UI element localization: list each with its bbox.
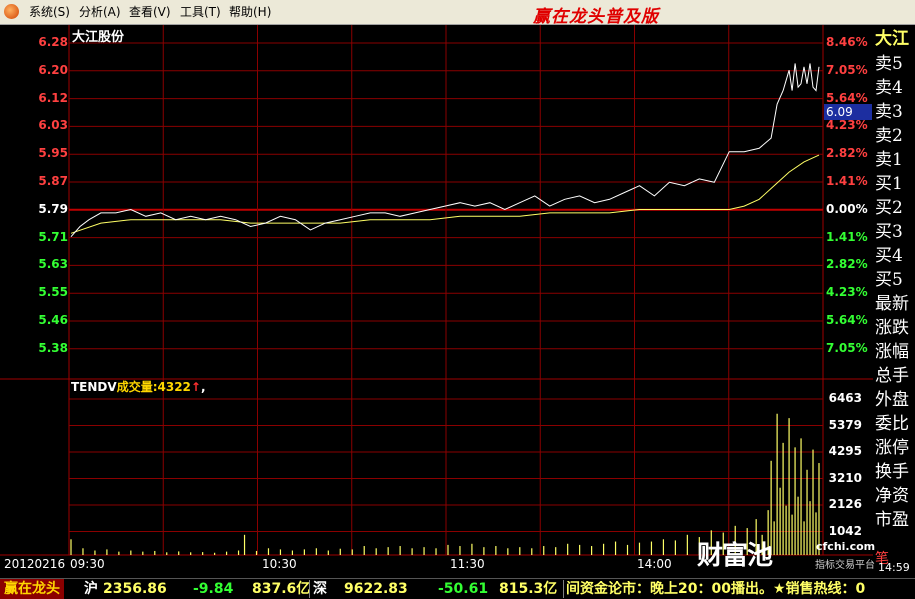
quote-row-label: 委比 — [875, 414, 909, 434]
menu-system[interactable]: 系统(S) — [29, 5, 70, 19]
percent-tick-label: 0.00% — [826, 201, 868, 216]
quote-row-label: 总手 — [875, 366, 909, 386]
watermark-logo: 财富池 — [697, 541, 773, 571]
indicator-name: TENDV — [71, 380, 117, 394]
quote-row-label: 最新 — [875, 294, 909, 314]
volume-tick-label: 4295 — [828, 444, 862, 458]
quote-row-label: 买4 — [875, 246, 903, 266]
volume-tick-label: 5379 — [828, 417, 862, 432]
intraday-chart[interactable] — [0, 25, 873, 578]
price-tick-label: 5.87 — [38, 174, 68, 188]
sh-amount: 837.6亿 — [252, 581, 311, 597]
percent-tick-label: 4.23% — [826, 118, 868, 133]
percent-tick-label: 7.05% — [826, 62, 868, 77]
quote-row-label: 买5 — [875, 270, 903, 290]
sz-change: -50.61 — [438, 581, 489, 597]
current-price-marker: 6.09 — [824, 104, 872, 120]
price-tick-label: 6.12 — [38, 90, 68, 105]
percent-tick-label: 4.23% — [826, 285, 868, 300]
quote-row-label: 卖4 — [875, 78, 903, 98]
time-tick-0930: 09:30 — [70, 557, 105, 571]
quote-row-label: 市盈 — [875, 510, 909, 530]
price-tick-label: 5.63 — [38, 257, 68, 272]
quote-row-label: 净资 — [875, 486, 909, 506]
panel-stock-name: 大江 — [875, 29, 909, 49]
percent-tick-label: 8.46% — [826, 35, 868, 49]
sh-index: 2356.86 — [103, 581, 167, 597]
percent-tick-label: 5.64% — [826, 90, 868, 105]
volume-value: 4322 — [157, 380, 191, 394]
time-tick-1030: 10:30 — [262, 557, 297, 571]
volume-indicator-label: TENDV成交量:4322↑, — [71, 378, 206, 395]
arrow-up-icon: ↑ — [190, 380, 201, 394]
price-tick-label: 5.55 — [38, 285, 68, 300]
panel-time: 14:59 — [878, 561, 910, 574]
menu-bar: 系统(S) 分析(A) 查看(V) 工具(T) 帮助(H) 赢在龙头普及版 — [0, 0, 915, 27]
menu-help[interactable]: 帮助(H) — [229, 5, 271, 19]
date-label: 20120216 — [4, 557, 66, 571]
price-tick-label: 5.79 — [38, 201, 68, 216]
percent-tick-label: 1.41% — [826, 174, 868, 188]
volume-tick-label: 6463 — [828, 391, 862, 405]
quote-row-label: 买3 — [875, 222, 903, 242]
watermark-url: cfchi.com — [816, 540, 876, 553]
quote-row-label: 卖2 — [875, 126, 903, 146]
quote-row-label: 卖5 — [875, 54, 903, 74]
volume-tick-label: 2126 — [828, 497, 862, 511]
quote-row-label: 涨跌 — [875, 318, 909, 338]
status-divider — [309, 580, 310, 598]
brand-badge[interactable]: 赢在龙头 — [0, 579, 64, 599]
price-tick-label: 5.46 — [38, 313, 68, 327]
watermark-subtitle: 指标交易平台 — [815, 560, 875, 571]
status-bar: 赢在龙头 沪 2356.86 -9.84 837.6亿 深 9622.83 -5… — [0, 578, 915, 599]
quote-row-label: 卖1 — [875, 150, 903, 170]
percent-tick-label: 2.82% — [826, 146, 868, 161]
sh-label: 沪 — [84, 581, 98, 597]
percent-tick-label: 1.41% — [826, 229, 868, 244]
volume-tick-label: 1042 — [828, 523, 862, 538]
quote-row-label: 换手 — [875, 462, 909, 482]
app-title: 赢在龙头普及版 — [533, 7, 659, 27]
percent-tick-label: 2.82% — [826, 257, 868, 272]
quote-row-label: 涨幅 — [875, 342, 909, 362]
volume-key: 成交量: — [116, 380, 158, 394]
volume-suffix: , — [200, 380, 206, 394]
percent-tick-label: 5.64% — [826, 313, 868, 327]
menu-analysis[interactable]: 分析(A) — [79, 5, 121, 19]
status-divider — [563, 580, 564, 598]
news-ticker[interactable]: 间资金论市：晚上20：00播出。★销售热线：0 — [566, 581, 915, 597]
percent-tick-label: 7.05% — [826, 340, 868, 355]
price-tick-label: 6.28 — [38, 35, 68, 49]
quote-row-label: 买2 — [875, 198, 903, 218]
price-tick-label: 5.71 — [38, 229, 68, 244]
quote-panel: 大江 卖5 卖4 卖3 卖2 卖1 买1 买2 买3 买4 买5 最新涨跌涨幅总手外盘委比涨停换手净… — [873, 25, 915, 578]
menu-tools[interactable]: 工具(T) — [180, 5, 221, 19]
sz-amount: 815.3亿 — [499, 581, 558, 597]
quote-row-label: 外盘 — [875, 390, 909, 410]
price-tick-label: 6.03 — [38, 118, 68, 133]
price-tick-label: 5.95 — [38, 146, 68, 161]
time-tick-1400: 14:00 — [637, 557, 672, 571]
volume-tick-label: 3210 — [828, 470, 862, 485]
time-tick-1130: 11:30 — [450, 557, 485, 571]
quote-row-label: 涨停 — [875, 438, 909, 458]
sz-index: 9622.83 — [344, 581, 408, 597]
menu-view[interactable]: 查看(V) — [129, 5, 171, 19]
avg-price-line — [70, 154, 820, 234]
app-logo-icon — [4, 4, 19, 19]
chart-grid — [0, 25, 873, 556]
quote-row-label: 卖3 — [875, 102, 903, 122]
price-tick-label: 6.20 — [38, 62, 68, 77]
sz-label: 深 — [313, 581, 327, 597]
sh-change: -9.84 — [193, 581, 234, 597]
volume-bars — [70, 413, 820, 555]
quote-row-label: 买1 — [875, 174, 903, 194]
price-tick-label: 5.38 — [38, 340, 68, 355]
stock-name: 大江股份 — [72, 30, 125, 45]
